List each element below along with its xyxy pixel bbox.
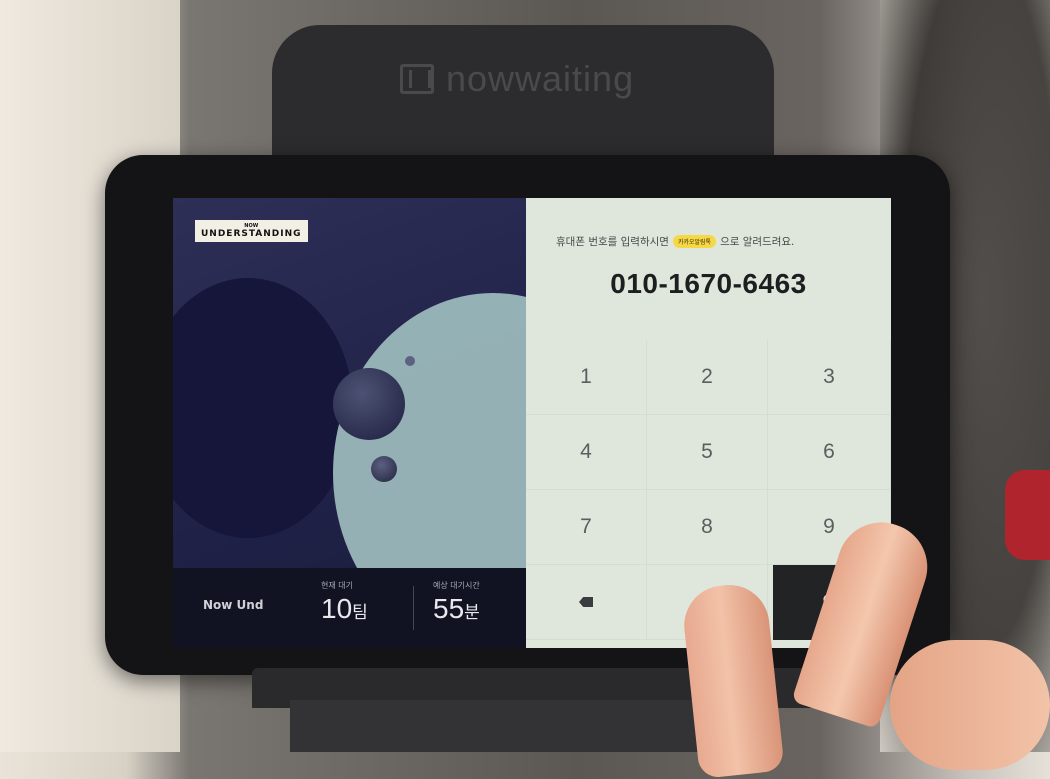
background-object bbox=[1005, 470, 1050, 560]
phone-number-display: 010-1670-6463 bbox=[610, 268, 807, 299]
key-8[interactable]: 8 bbox=[647, 490, 768, 565]
current-waiting-label: 현재 대기 bbox=[321, 581, 353, 590]
key-6[interactable]: 6 bbox=[768, 415, 891, 490]
decor-shape bbox=[173, 278, 353, 538]
stand-neck bbox=[290, 700, 760, 752]
store-logo: NOW UNDERSTANDING bbox=[195, 220, 308, 242]
key-2[interactable]: 2 bbox=[647, 340, 768, 415]
current-waiting-unit: 팀 bbox=[352, 603, 368, 622]
decor-bubble bbox=[405, 356, 415, 366]
expected-wait-time: 예상 대기시간 55분 bbox=[433, 580, 480, 625]
expected-wait-label: 예상 대기시간 bbox=[433, 581, 480, 590]
decor-bubble bbox=[333, 368, 405, 440]
kakao-alimtalk-badge: 카카오알림톡 bbox=[672, 235, 717, 248]
expected-wait-unit: 분 bbox=[464, 603, 480, 622]
instruction-prefix: 휴대폰 번호를 입력하시면 bbox=[556, 236, 669, 248]
backspace-icon bbox=[579, 597, 593, 607]
key-1[interactable]: 1 bbox=[526, 340, 647, 415]
tablet-stand bbox=[272, 25, 774, 175]
instruction-suffix: 으로 알려드려요. bbox=[720, 236, 795, 248]
stand-brand: nowwaiting bbox=[400, 58, 634, 100]
key-3[interactable]: 3 bbox=[768, 340, 891, 415]
key-7[interactable]: 7 bbox=[526, 490, 647, 565]
stat-divider bbox=[413, 586, 414, 630]
waiting-status-bar: Now Und 현재 대기 10팀 예상 대기시간 55분 bbox=[173, 568, 526, 648]
current-waiting: 현재 대기 10팀 bbox=[321, 580, 368, 625]
brand-name: nowwaiting bbox=[446, 58, 635, 99]
user-hand bbox=[890, 640, 1050, 770]
store-name: Now Und bbox=[203, 598, 264, 612]
key-4[interactable]: 4 bbox=[526, 415, 647, 490]
key-5[interactable]: 5 bbox=[647, 415, 768, 490]
tablet-screen: NOW UNDERSTANDING Now Und 현재 대기 10팀 예상 대… bbox=[173, 198, 891, 648]
current-waiting-value: 10 bbox=[321, 593, 353, 624]
delete-key[interactable] bbox=[526, 565, 647, 640]
decor-bubble bbox=[371, 456, 397, 482]
nowwaiting-logo-icon bbox=[400, 64, 434, 94]
phone-instruction: 휴대폰 번호를 입력하시면 카카오알림톡 으로 알려드려요. bbox=[556, 234, 794, 249]
store-logo-text: UNDERSTANDING bbox=[201, 229, 302, 239]
expected-wait-value: 55 bbox=[433, 593, 465, 624]
store-promo-panel: NOW UNDERSTANDING Now Und 현재 대기 10팀 예상 대… bbox=[173, 198, 526, 648]
